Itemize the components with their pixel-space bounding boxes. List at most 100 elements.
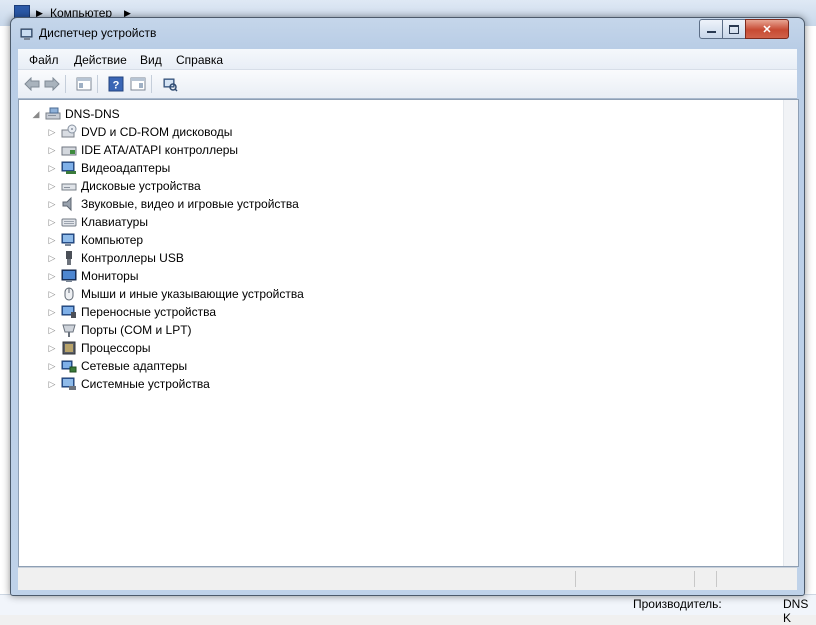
tree-item-label: Звуковые, видео и игровые устройства (81, 197, 299, 211)
toolbar-separator (65, 75, 66, 93)
speaker-icon (61, 196, 77, 212)
properties-icon (76, 77, 92, 91)
close-icon: ✕ (762, 23, 772, 36)
tree-item[interactable]: ▷ Процессоры (47, 339, 151, 357)
portable-device-icon (61, 304, 77, 320)
expand-icon[interactable]: ▷ (47, 271, 57, 281)
disk-drive-icon (61, 178, 77, 194)
mouse-icon (61, 286, 77, 302)
status-bar (18, 567, 797, 590)
menu-action[interactable]: Действие (74, 53, 127, 67)
minimize-button[interactable] (699, 19, 723, 39)
device-tree-pane: ◢ DNS-DNS ▷ DVD и CD-ROM дисководы ▷ IDE AT… (18, 99, 799, 567)
toolbar-separator (97, 75, 98, 93)
view-button[interactable] (129, 75, 147, 93)
expand-icon[interactable]: ▷ (47, 253, 57, 263)
tree-item[interactable]: ▷ Клавиатуры (47, 213, 148, 231)
expand-icon[interactable]: ▷ (47, 325, 57, 335)
back-button[interactable] (23, 75, 41, 93)
tree-item[interactable]: ▷ IDE ATA/ATAPI контроллеры (47, 141, 239, 159)
expand-icon[interactable]: ▷ (47, 379, 57, 389)
tree-item[interactable]: ▷ Переносные устройства (47, 303, 217, 321)
forward-icon (44, 77, 60, 91)
status-divider (575, 571, 576, 587)
maximize-icon (729, 24, 739, 34)
tree-item-label: Дисковые устройства (81, 179, 201, 193)
tree-root-label: DNS-DNS (65, 107, 120, 121)
system-device-icon (61, 376, 77, 392)
collapse-icon[interactable]: ◢ (31, 109, 41, 119)
tree-item[interactable]: ▷ Компьютер (47, 231, 144, 249)
tree-root-computer[interactable]: ◢ DNS-DNS (31, 105, 120, 123)
tree-item-label: Системные устройства (81, 377, 210, 391)
tree-item-label: Клавиатуры (81, 215, 148, 229)
properties-button[interactable] (75, 75, 93, 93)
status-divider (694, 571, 695, 587)
usb-icon (61, 250, 77, 266)
expand-icon[interactable]: ▷ (47, 145, 57, 155)
forward-button[interactable] (43, 75, 61, 93)
title-bar[interactable]: Диспетчер устройств ✕ (11, 18, 804, 48)
tree-item[interactable]: ▷ Порты (COM и LPT) (47, 321, 192, 339)
scan-hardware-button[interactable] (161, 75, 179, 93)
tree-item[interactable]: ▷ Контроллеры USB (47, 249, 184, 267)
help-button[interactable]: ? (107, 75, 125, 93)
menu-file[interactable]: Файл (29, 53, 59, 67)
keyboard-icon (61, 214, 77, 230)
tree-item-label: Мониторы (81, 269, 139, 283)
tree-item-label: Процессоры (81, 341, 151, 355)
computer-icon (61, 232, 77, 248)
tree-item[interactable]: ▷ Дисковые устройства (47, 177, 201, 195)
vertical-scrollbar[interactable] (783, 100, 798, 566)
toolbar: ? (18, 70, 797, 99)
menu-bar: Файл Действие Вид Справка (18, 49, 797, 70)
display-adapter-icon (61, 160, 77, 176)
manufacturer-value: DNS K (783, 597, 809, 625)
expand-icon[interactable]: ▷ (47, 163, 57, 173)
manufacturer-label: Производитель: (633, 597, 722, 611)
expand-icon[interactable]: ▷ (47, 361, 57, 371)
help-icon: ? (108, 76, 124, 92)
tree-item-label: Мыши и иные указывающие устройства (81, 287, 304, 301)
tree-item-label: Контроллеры USB (81, 251, 184, 265)
background-details-bar: Производитель: DNS K (0, 594, 816, 625)
tree-item[interactable]: ▷ Видеоадаптеры (47, 159, 171, 177)
monitor-icon (61, 268, 77, 284)
tree-item-label: Сетевые адаптеры (81, 359, 188, 373)
status-divider (716, 571, 717, 587)
tree-item[interactable]: ▷ Звуковые, видео и игровые устройства (47, 195, 299, 213)
expand-icon[interactable]: ▷ (47, 289, 57, 299)
scan-hardware-icon (163, 78, 178, 92)
ide-controller-icon (61, 142, 77, 158)
expand-icon[interactable]: ▷ (47, 181, 57, 191)
computer-icon (45, 106, 61, 122)
port-icon (61, 322, 77, 338)
dvd-drive-icon (61, 124, 77, 140)
back-icon (24, 77, 40, 91)
tree-item[interactable]: ▷ Мыши и иные указывающие устройства (47, 285, 304, 303)
minimize-icon (706, 31, 716, 33)
tree-item[interactable]: ▷ Сетевые адаптеры (47, 357, 188, 375)
window-title: Диспетчер устройств (39, 26, 157, 40)
view-icon (130, 77, 146, 91)
svg-text:?: ? (113, 80, 120, 92)
tree-item[interactable]: ▷ DVD и CD-ROM дисководы (47, 123, 232, 141)
expand-icon[interactable]: ▷ (47, 307, 57, 317)
maximize-button[interactable] (722, 19, 746, 39)
close-button[interactable]: ✕ (745, 19, 789, 39)
toolbar-separator (151, 75, 152, 93)
expand-icon[interactable]: ▷ (47, 199, 57, 209)
expand-icon[interactable]: ▷ (47, 343, 57, 353)
menu-view[interactable]: Вид (140, 53, 162, 67)
device-manager-icon (20, 28, 33, 40)
expand-icon[interactable]: ▷ (47, 235, 57, 245)
expand-icon[interactable]: ▷ (47, 217, 57, 227)
device-manager-window: Диспетчер устройств ✕ Файл Действие Вид … (10, 17, 805, 596)
expand-icon[interactable]: ▷ (47, 127, 57, 137)
tree-item[interactable]: ▷ Мониторы (47, 267, 139, 285)
processor-icon (61, 340, 77, 356)
tree-item-label: Видеоадаптеры (81, 161, 171, 175)
tree-item-label: IDE ATA/ATAPI контроллеры (81, 143, 239, 157)
tree-item[interactable]: ▷ Системные устройства (47, 375, 210, 393)
menu-help[interactable]: Справка (176, 53, 223, 67)
